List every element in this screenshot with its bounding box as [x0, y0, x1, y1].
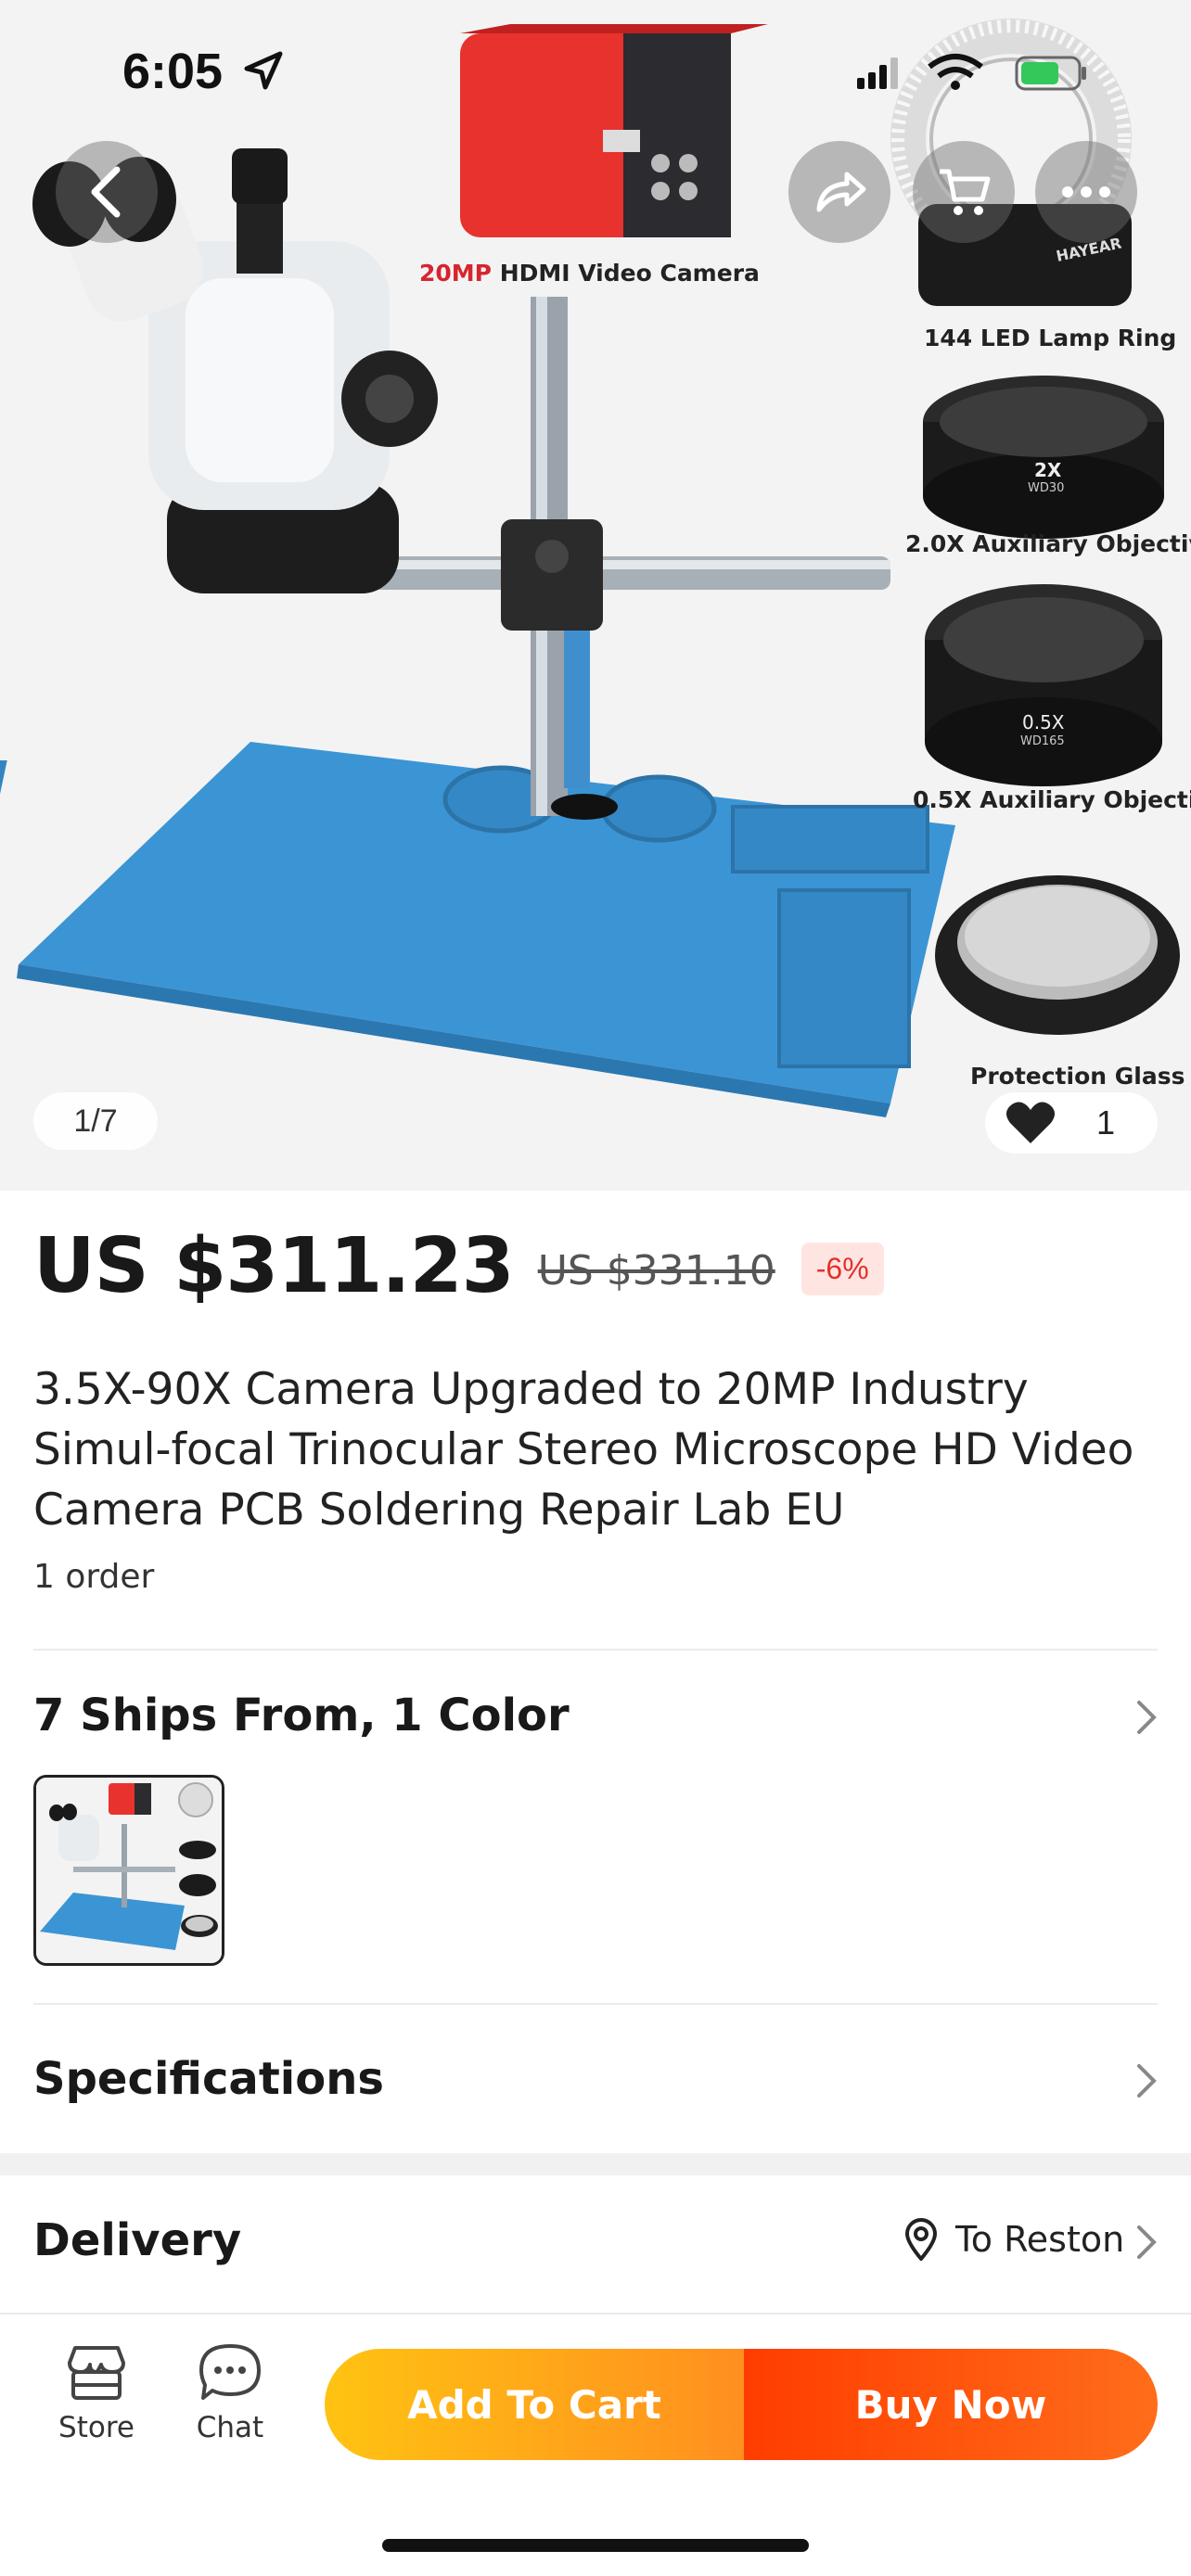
chat-tab[interactable]: Chat: [174, 2342, 286, 2444]
product-page: HAYEAR 2X WD30 0.5X WD165 20MP HDMI Vide…: [0, 0, 1191, 2576]
chevron-right-icon[interactable]: [1132, 1697, 1159, 1738]
chat-icon: [199, 2344, 261, 2400]
discount-badge: -6%: [800, 1243, 884, 1295]
chevron-right-icon[interactable]: [1132, 2222, 1159, 2263]
order-count: 1 order: [33, 1558, 155, 1596]
section-gap: [0, 2153, 1191, 2175]
product-image-gallery[interactable]: HAYEAR 2X WD30 0.5X WD165 20MP HDMI Vide…: [0, 0, 1191, 1191]
heart-icon: [1005, 1102, 1056, 1143]
buy-now-button[interactable]: Buy Now: [744, 2349, 1158, 2460]
specifications-title[interactable]: Specifications: [33, 2053, 384, 2105]
share-button[interactable]: [788, 141, 890, 243]
svg-text:WD165: WD165: [1020, 734, 1065, 748]
variant-image: [36, 1778, 222, 1963]
delivery-title[interactable]: Delivery: [33, 2214, 241, 2266]
store-tab[interactable]: Store: [41, 2342, 152, 2444]
svg-text:2X: 2X: [1034, 459, 1062, 481]
price-row: US $311.23 US $331.10 -6%: [33, 1222, 884, 1310]
status-time: 6:05: [122, 44, 224, 99]
divider: [33, 1649, 1158, 1651]
store-label: Store: [58, 2411, 134, 2444]
variant-thumbnail[interactable]: [33, 1775, 224, 1966]
chat-label: Chat: [196, 2411, 264, 2444]
svg-text:WD30: WD30: [1028, 481, 1064, 495]
location-pin-icon: [904, 2218, 938, 2261]
chevron-right-icon[interactable]: [1132, 2060, 1159, 2101]
more-dots-icon: [1062, 186, 1110, 198]
store-icon: [68, 2346, 125, 2400]
bottom-action-bar: Store Chat Add To Cart Buy Now: [0, 2313, 1191, 2576]
caption-lamp-ring: 144 LED Lamp Ring: [924, 325, 1177, 351]
delivery-location-label: To Reston: [955, 2219, 1125, 2260]
variants-title[interactable]: 7 Ships From, 1 Color: [33, 1690, 570, 1741]
cart-button[interactable]: [913, 141, 1015, 243]
image-counter: 1/7: [33, 1092, 158, 1150]
wishlist-button[interactable]: 1: [985, 1092, 1158, 1154]
chevron-left-icon: [91, 166, 121, 218]
original-price: US $331.10: [537, 1247, 775, 1294]
caption-05x-objective: 0.5X Auxiliary Objective: [913, 786, 1191, 813]
status-bar: 6:05: [0, 0, 1191, 139]
location-arrow-icon: [244, 51, 283, 90]
divider: [33, 2003, 1158, 2005]
current-price: US $311.23: [33, 1222, 515, 1310]
cart-icon: [940, 169, 991, 215]
more-options-button[interactable]: [1035, 141, 1137, 243]
system-status-icons: [857, 54, 1086, 91]
home-indicator[interactable]: [382, 2539, 809, 2552]
share-icon: [816, 172, 866, 212]
wishlist-count: 1: [1096, 1103, 1116, 1141]
caption-2x-objective: 2.0X Auxiliary Objective: [905, 530, 1191, 557]
svg-text:0.5X: 0.5X: [1022, 711, 1065, 733]
caption-protection-glass: Protection Glass: [970, 1063, 1185, 1090]
back-button[interactable]: [56, 141, 158, 243]
delivery-location[interactable]: To Reston: [903, 2218, 1124, 2261]
caption-camera: 20MP HDMI Video Camera: [419, 260, 760, 287]
add-to-cart-button[interactable]: Add To Cart: [325, 2349, 744, 2460]
product-title: 3.5X-90X Camera Upgraded to 20MP Industr…: [33, 1364, 1134, 1536]
